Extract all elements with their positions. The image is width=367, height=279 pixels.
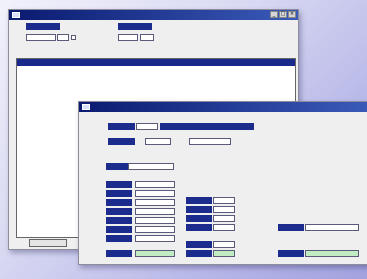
left-label [106,190,132,197]
section-label [106,163,130,170]
title-bar: _ □ × [9,10,298,20]
header-label-1 [108,123,135,130]
right-field[interactable] [213,206,235,213]
header-value-1b [160,123,254,130]
checkbox[interactable] [71,35,76,40]
search-label-left [26,23,60,30]
left-label [106,217,132,224]
search-field-d[interactable] [140,34,154,41]
right-field[interactable] [213,224,235,231]
left-label [106,181,132,188]
left-field[interactable] [135,181,175,188]
table-row[interactable] [17,67,295,74]
bottom-right2-label [278,250,304,257]
right-label [186,241,212,248]
detail-window [78,101,367,265]
right-label [186,250,212,257]
app-icon [12,12,20,18]
left-label [106,235,132,242]
search-button[interactable] [185,35,209,43]
bottom-left-label [106,250,132,257]
left-field[interactable] [135,217,175,224]
right-field[interactable] [213,241,235,248]
left-field[interactable] [135,208,175,215]
left-field[interactable] [135,199,175,206]
close-button[interactable]: × [288,11,296,18]
right-label [186,215,212,222]
right-label [186,224,212,231]
left-field[interactable] [135,226,175,233]
search-field-c[interactable] [118,34,138,41]
bottom-right2-field[interactable] [305,250,359,257]
title-bar [79,102,367,112]
left-field[interactable] [135,190,175,197]
bottom-left-field[interactable] [135,250,175,257]
right-field[interactable] [213,215,235,222]
header-value-2a[interactable] [145,138,171,145]
bottom-right-field[interactable] [305,224,359,231]
left-label [106,226,132,233]
bottom-right-label [278,224,304,231]
right-field[interactable] [213,250,235,257]
table-header [17,59,295,66]
header-value-2b[interactable] [189,138,231,145]
section-field[interactable] [128,163,174,170]
app-icon [82,104,90,110]
header-label-2 [108,138,135,145]
maximize-button[interactable]: □ [279,11,287,18]
bottom-button[interactable] [29,239,67,247]
left-label [106,199,132,206]
right-field[interactable] [213,197,235,204]
minimize-button[interactable]: _ [270,11,278,18]
search-label-right [118,23,152,30]
header-value-1a[interactable] [136,123,158,130]
search-field-b[interactable] [57,34,69,41]
left-field[interactable] [135,235,175,242]
search-field-a[interactable] [26,34,56,41]
right-label [186,197,212,204]
right-label [186,206,212,213]
left-label [106,208,132,215]
